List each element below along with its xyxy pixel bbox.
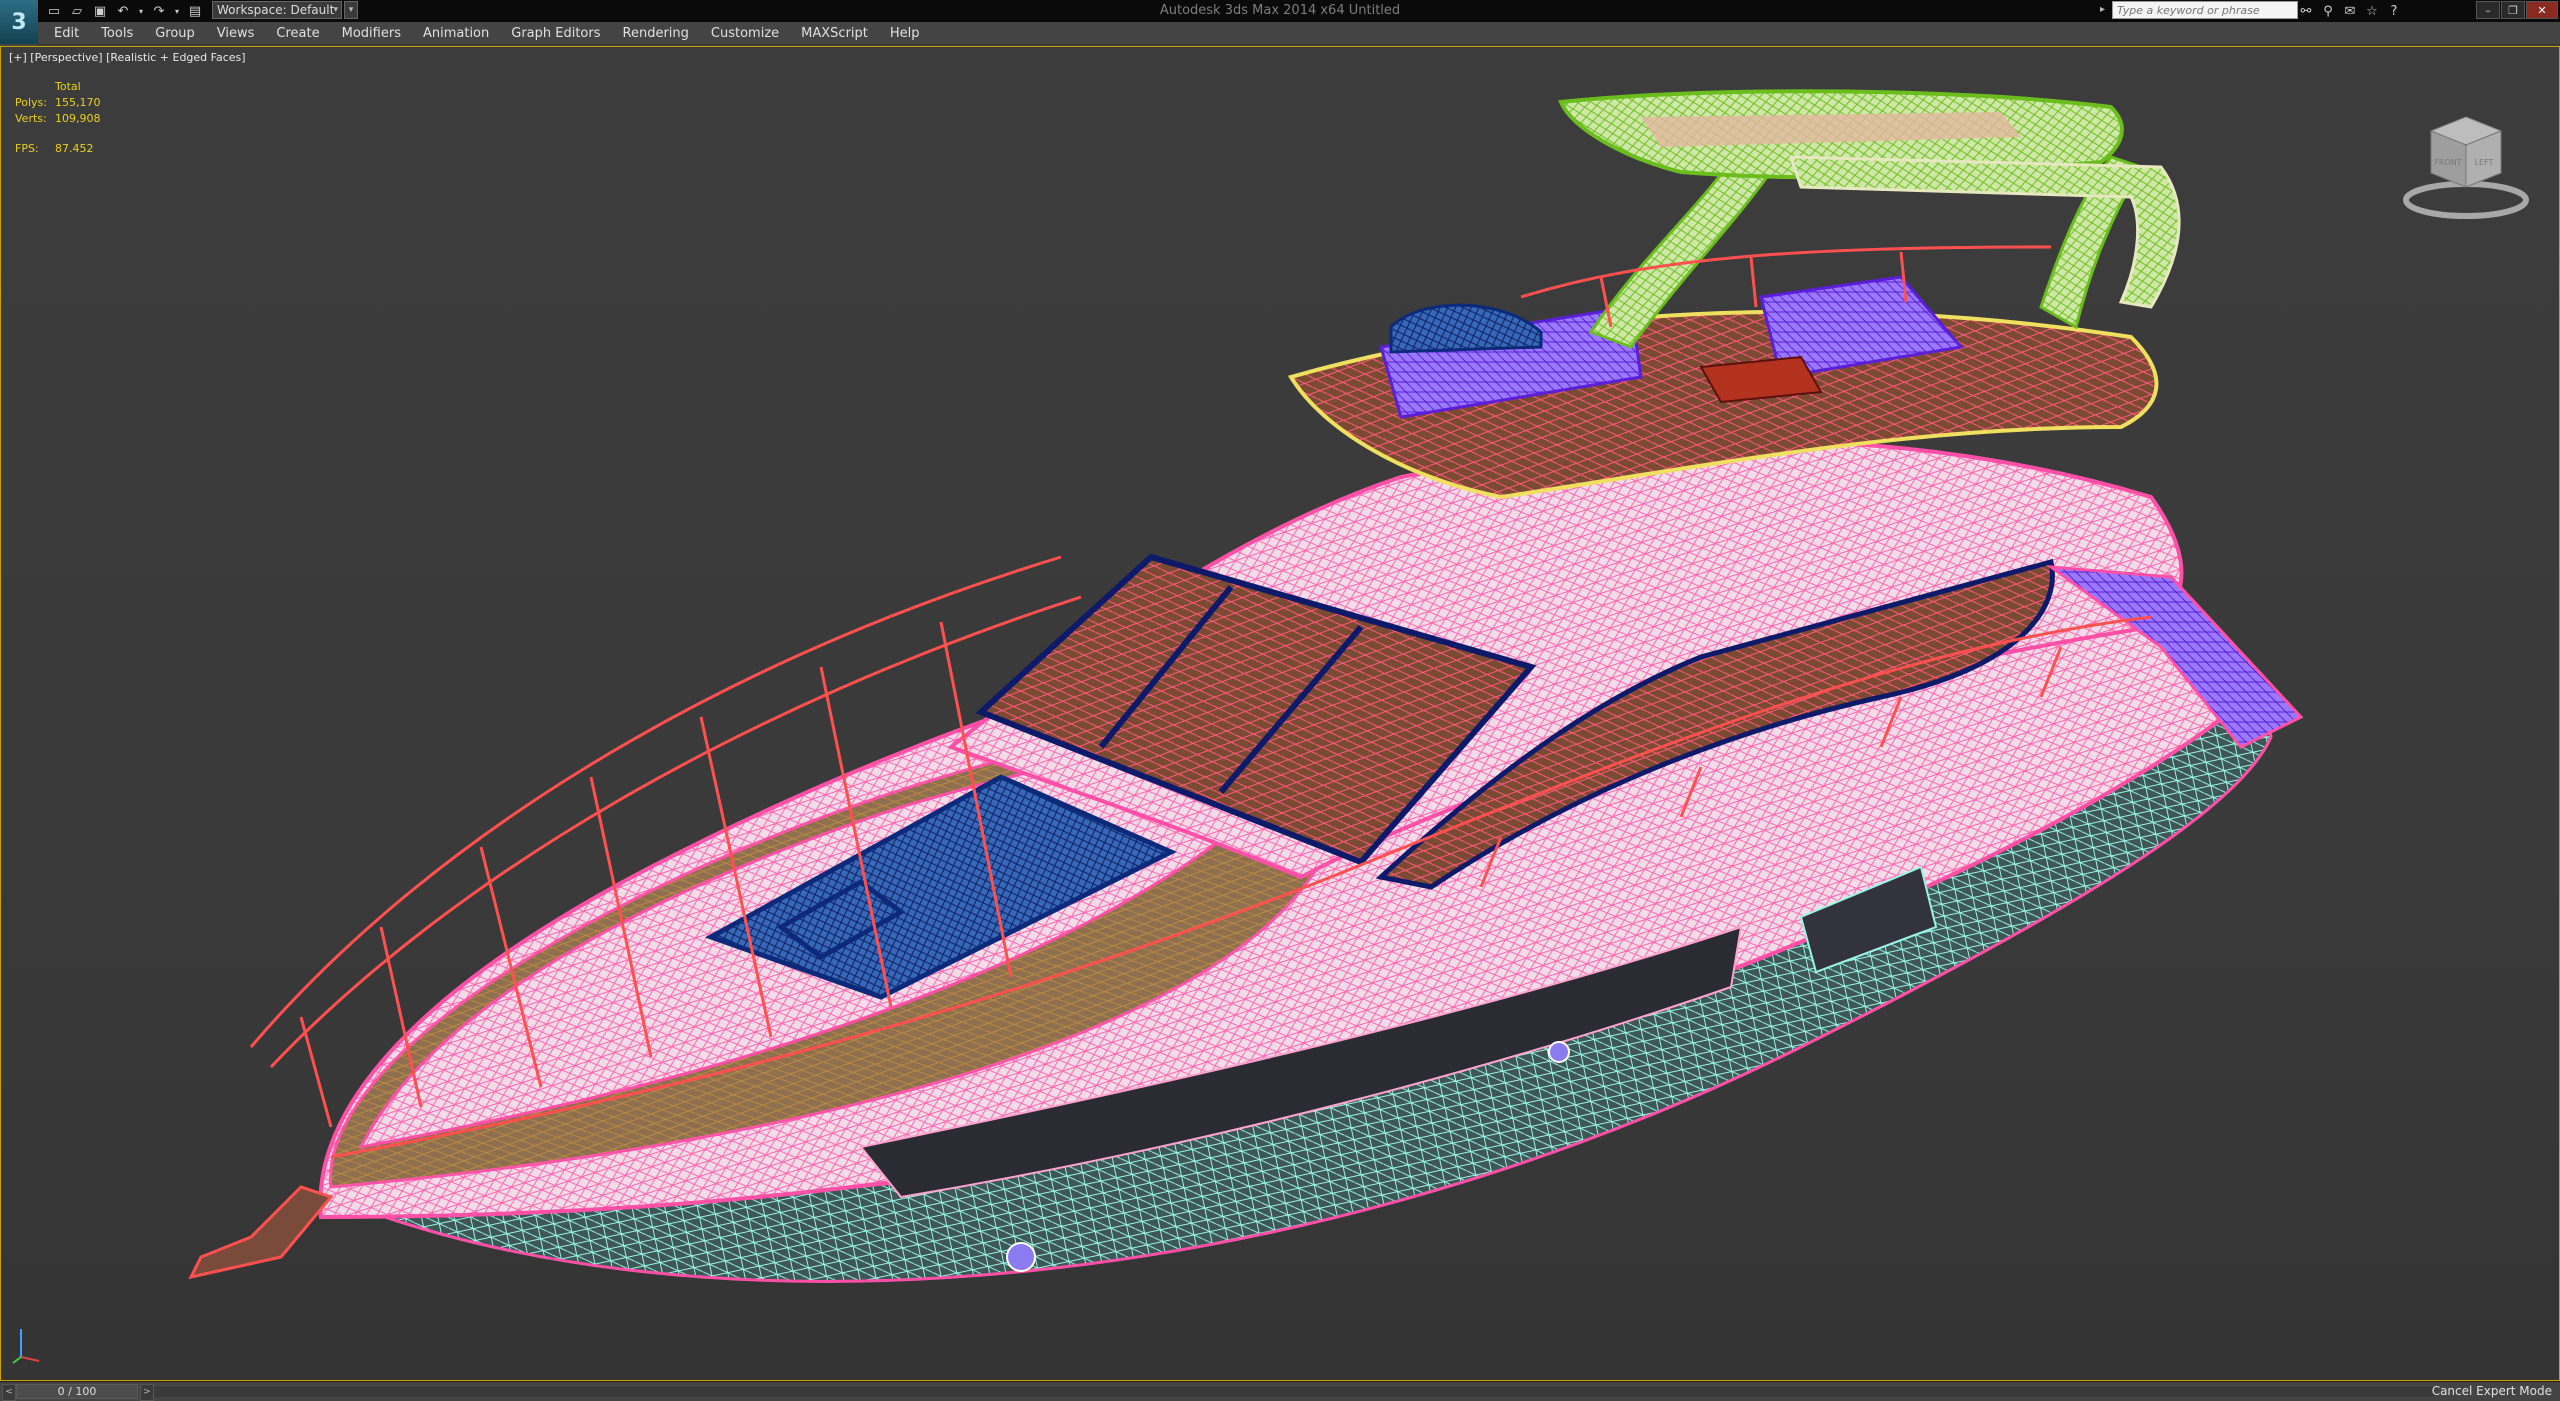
viewcube[interactable]: FRONT LEFT [2391,105,2541,235]
quick-access-toolbar: ▭ ▱ ▣ ↶ ▾ ↷ ▾ ▤ [44,1,205,21]
polys-label: Polys: [15,96,47,109]
menu-bar: Edit Tools Group Views Create Modifiers … [38,22,2560,45]
close-icon[interactable]: ✕ [2526,1,2558,19]
viewport-statistics: Total Polys: 155,170 Verts: 109,908 FPS: 87… [15,79,101,157]
time-slider-bar: < 0 / 100 > Cancel Expert Mode [0,1381,2560,1401]
menu-tools[interactable]: Tools [101,26,133,41]
axis-tripod-icon [12,1329,40,1364]
menu-maxscript[interactable]: MAXScript [801,26,868,41]
communication-center-icon[interactable]: ✉ [2340,2,2360,20]
menu-create[interactable]: Create [276,26,319,41]
hold-icon[interactable]: ▤ [185,2,205,20]
search-expand-icon[interactable]: ▸ [2100,1,2110,19]
title-bar: ▭ ▱ ▣ ↶ ▾ ↷ ▾ ▤ Workspace: Default ▾ ▾ A… [0,0,2560,23]
menu-animation[interactable]: Animation [423,26,489,41]
menu-help[interactable]: Help [890,26,920,41]
3ds-max-logo-icon[interactable]: 3 [0,0,39,44]
chevron-down-icon: ▾ [333,5,338,15]
menu-group[interactable]: Group [155,26,195,41]
undo-dropdown-icon[interactable]: ▾ [136,2,146,20]
time-slider-prev-icon[interactable]: < [2,1384,16,1401]
viewport-label[interactable]: [+] [Perspective] [Realistic + Edged Fac… [9,51,246,64]
workspace-label: Workspace: Default [217,3,335,17]
help-icon[interactable]: ? [2384,2,2404,20]
menu-views[interactable]: Views [217,26,255,41]
perspective-viewport[interactable]: [+] [Perspective] [Realistic + Edged Fac… [0,46,2560,1381]
menu-modifiers[interactable]: Modifiers [342,26,401,41]
viewcube-left-label[interactable]: LEFT [2475,158,2494,167]
porthole-1 [1548,1041,1570,1063]
minimize-icon[interactable]: – [2476,1,2500,19]
new-file-icon[interactable]: ▭ [44,2,64,20]
search-input[interactable] [2112,1,2298,19]
time-slider[interactable]: 0 / 100 [16,1384,138,1399]
cancel-expert-mode-button[interactable]: Cancel Expert Mode [2432,1384,2552,1398]
yacht-model-render[interactable] [1,47,2559,1380]
redo-dropdown-icon[interactable]: ▾ [172,2,182,20]
restore-icon[interactable]: ❐ [2501,1,2525,19]
fps-value: 87.452 [55,142,94,155]
favorites-icon[interactable]: ☆ [2362,2,2382,20]
workspace-dropdown[interactable]: Workspace: Default ▾ [212,1,342,19]
bow-anchor [188,1185,334,1280]
time-slider-next-icon[interactable]: > [140,1384,154,1401]
binoculars-icon[interactable]: ⚯ [2296,2,2316,20]
verts-value: 109,908 [55,112,101,125]
redo-icon[interactable]: ↷ [149,2,169,20]
verts-label: Verts: [15,112,47,125]
menu-rendering[interactable]: Rendering [623,26,689,41]
viewcube-front-label[interactable]: FRONT [2434,158,2461,167]
menu-customize[interactable]: Customize [711,26,779,41]
viewcube-compass-ring [2403,181,2529,219]
menu-edit[interactable]: Edit [54,26,79,41]
search-tools-icon[interactable]: ⚲ [2318,2,2338,20]
stats-header: Total [55,80,81,93]
undo-icon[interactable]: ↶ [113,2,133,20]
menu-graph-editors[interactable]: Graph Editors [511,26,600,41]
porthole-2 [1006,1242,1036,1272]
workspace-menu-arrow-icon[interactable]: ▾ [344,1,358,19]
polys-value: 155,170 [55,96,101,109]
infocenter-search: ▸ [2100,1,2298,19]
open-file-icon[interactable]: ▱ [67,2,87,20]
save-icon[interactable]: ▣ [90,2,110,20]
flybridge-console [1389,303,1543,354]
fps-label: FPS: [15,142,39,155]
time-track[interactable] [154,1387,2434,1397]
infocenter-toolbar: ⚯ ⚲ ✉ ☆ ? [2296,1,2404,21]
window-controls: – ❐ ✕ [2476,1,2558,19]
